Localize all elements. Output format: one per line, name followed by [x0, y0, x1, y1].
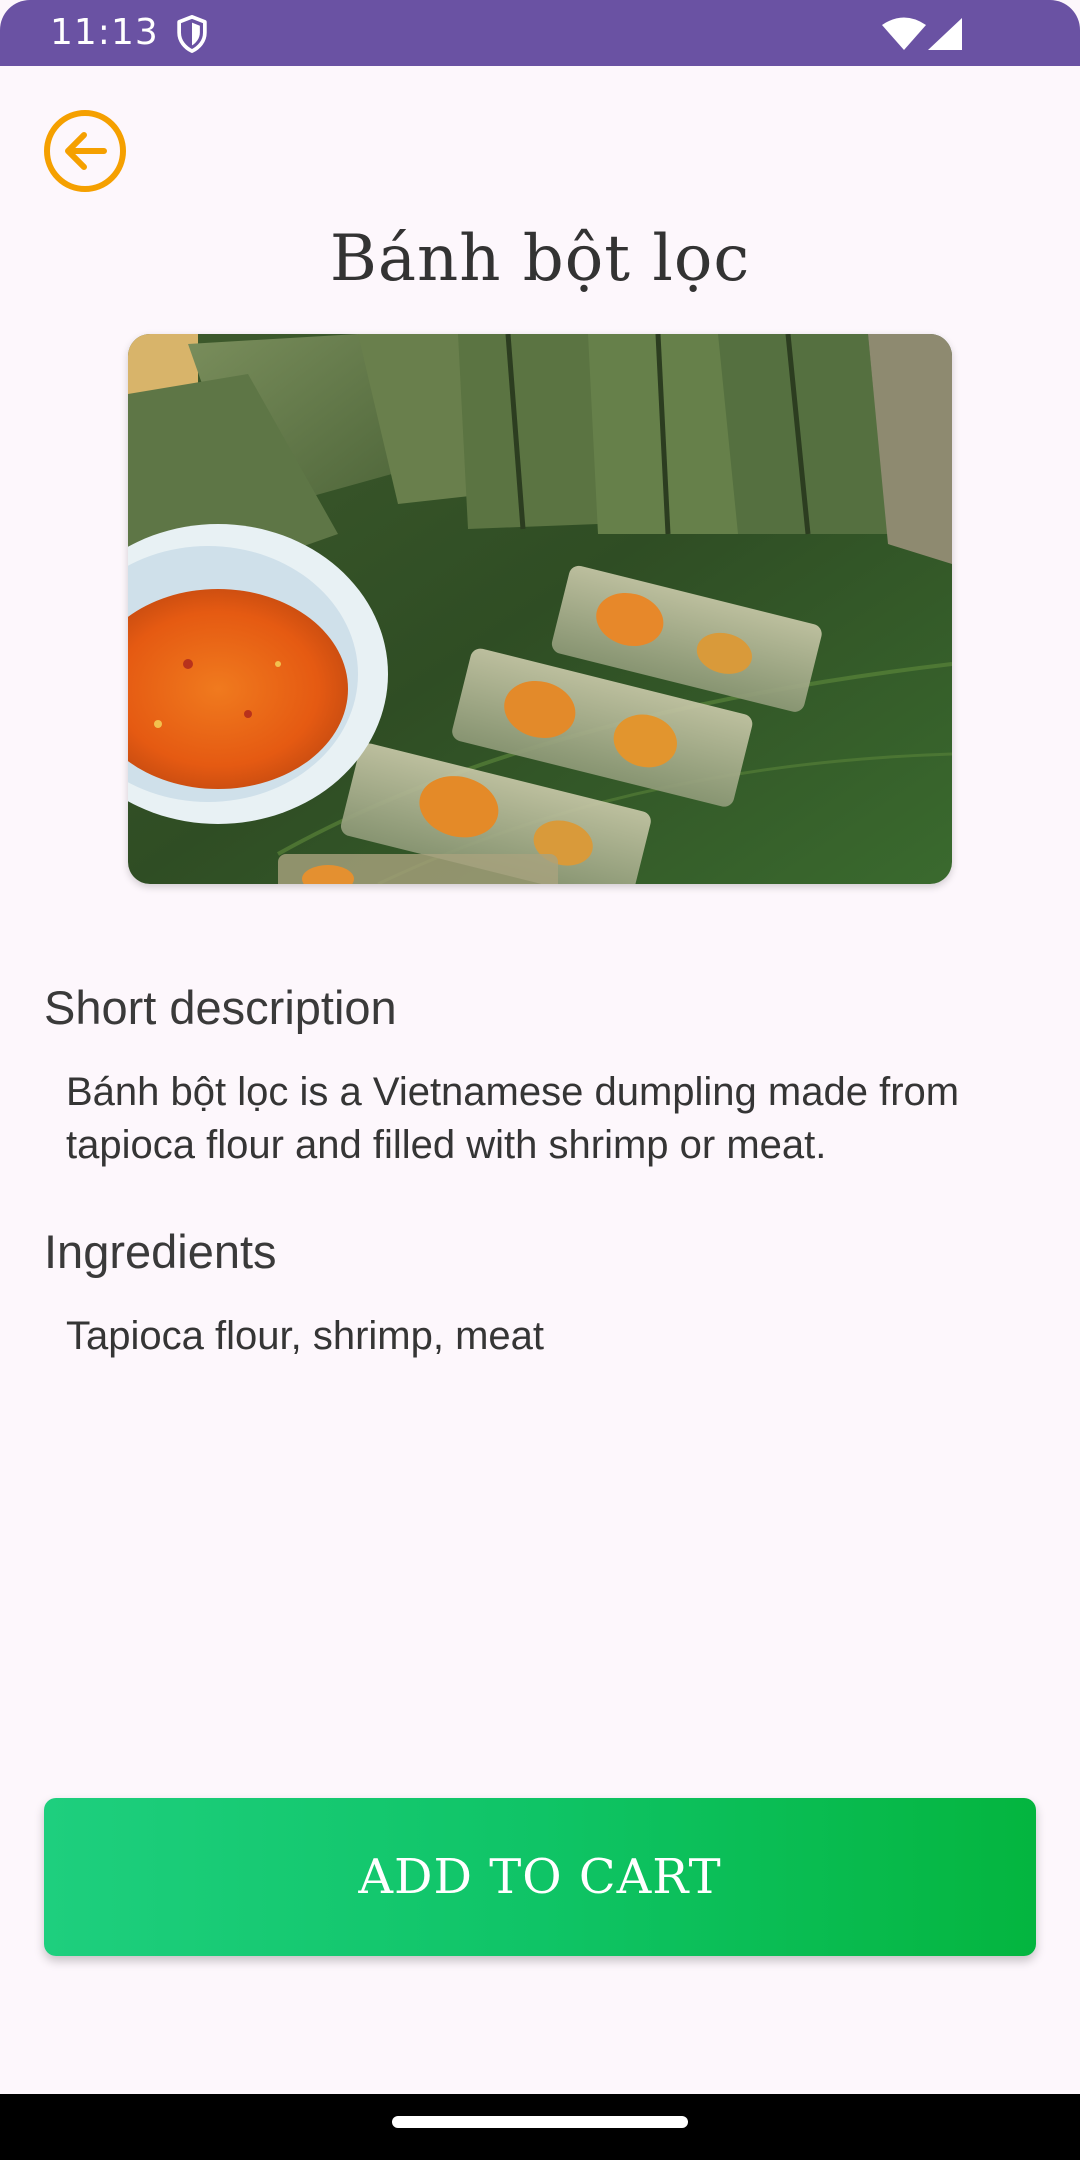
- back-button[interactable]: [42, 108, 128, 194]
- signal-icon: [928, 18, 962, 50]
- navigation-bar: [0, 2094, 1080, 2160]
- status-time: 11:13: [50, 12, 159, 53]
- status-bar: 11:13: [0, 0, 1080, 66]
- description-text: Bánh bột lọc is a Vietnamese dumpling ma…: [66, 1070, 960, 1167]
- description-heading: Short description: [44, 981, 397, 1034]
- dish-image: [128, 334, 952, 884]
- ingredients-text: Tapioca flour, shrimp, meat: [66, 1314, 544, 1358]
- ingredients-heading: Ingredients: [44, 1225, 277, 1278]
- add-to-cart-button[interactable]: ADD TO CART: [44, 1798, 1036, 1956]
- arrow-left-circle-icon: [44, 110, 126, 192]
- page-title: Bánh bột lọc: [329, 222, 751, 296]
- shield-icon: [177, 15, 207, 53]
- home-indicator[interactable]: [392, 2116, 688, 2128]
- wifi-icon: [882, 17, 926, 50]
